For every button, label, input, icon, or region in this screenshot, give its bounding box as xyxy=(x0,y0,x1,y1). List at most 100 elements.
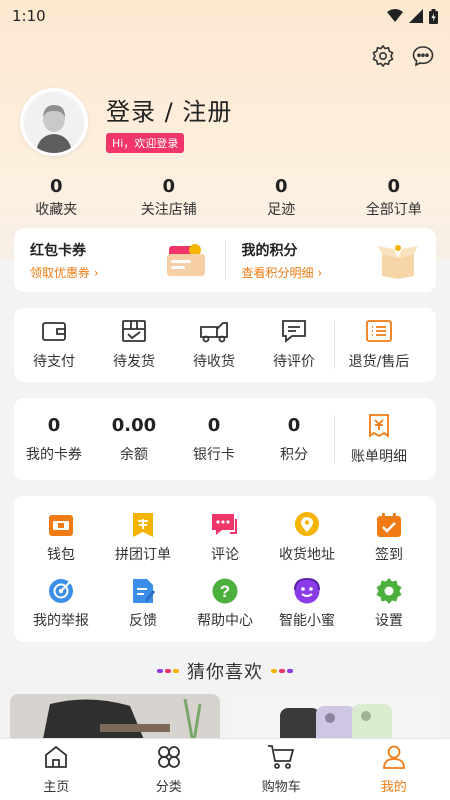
status-bar: 1:10 xyxy=(0,0,450,32)
wallet-balance[interactable]: 0.00 余额 xyxy=(94,415,174,464)
service-label: 收货地址 xyxy=(279,547,335,563)
avatar[interactable] xyxy=(20,88,88,156)
report-icon xyxy=(49,579,73,603)
order-label: 待支付 xyxy=(33,354,75,370)
profile-section[interactable]: 登录 / 注册 Hi，欢迎登录 xyxy=(20,88,232,156)
wallet-label: 银行卡 xyxy=(193,446,235,463)
return-list-icon xyxy=(366,320,392,342)
group-buy-icon xyxy=(133,513,153,537)
service-settings[interactable]: 设置 xyxy=(348,576,430,642)
wallet-label: 积分 xyxy=(280,446,308,463)
welcome-badge: Hi，欢迎登录 xyxy=(106,132,185,153)
wifi-icon xyxy=(387,9,403,22)
stat-label: 收藏夹 xyxy=(35,202,78,218)
promo-subtitle: 查看积分明细 › xyxy=(241,265,323,280)
nav-label: 我的 xyxy=(380,780,407,795)
order-pending-shipment[interactable]: 待发货 xyxy=(94,319,174,371)
settings-button[interactable] xyxy=(370,43,396,69)
wallet-card: 0 我的卡券 0.00 余额 0 银行卡 0 积分 账单明细 xyxy=(14,398,436,480)
bill-icon xyxy=(369,414,389,438)
bill-details[interactable]: 账单明细 xyxy=(335,412,423,466)
wallet-value: 0 xyxy=(287,414,301,436)
feedback-icon xyxy=(133,579,156,603)
wallet-label: 我的卡券 xyxy=(26,446,82,463)
service-label: 我的举报 xyxy=(33,613,89,629)
truck-icon xyxy=(200,322,228,343)
nav-home[interactable]: 主页 xyxy=(11,744,101,795)
wallet-points[interactable]: 0 积分 xyxy=(254,415,334,464)
order-pending-review[interactable]: 待评价 xyxy=(254,319,334,371)
nav-label: 主页 xyxy=(43,780,70,795)
stat-followed-stores[interactable]: 0 关注店铺 xyxy=(114,176,224,219)
decoration xyxy=(271,669,293,673)
chat-icon xyxy=(282,320,306,343)
service-label: 钱包 xyxy=(47,547,75,563)
home-icon xyxy=(45,745,68,768)
points-box-icon xyxy=(378,245,418,279)
stat-label: 全部订单 xyxy=(365,202,422,218)
service-wallet[interactable]: 钱包 xyxy=(20,510,102,576)
red-packet-coupons[interactable]: 红包卡券 领取优惠券 › xyxy=(14,228,225,292)
services-card: 钱包 拼团订单 评论 收货地址 签到 我的举报 反馈 ? 帮助中心 智能小蜜 设… xyxy=(14,496,436,642)
stat-value: 0 xyxy=(387,176,401,197)
signal-icon xyxy=(409,9,423,23)
stat-value: 0 xyxy=(274,176,288,197)
order-label: 退货/售后 xyxy=(348,354,410,370)
settings-icon xyxy=(376,578,402,604)
stat-footprints[interactable]: 0 足迹 xyxy=(226,176,336,219)
stat-all-orders[interactable]: 0 全部订单 xyxy=(339,176,449,219)
cart-icon xyxy=(268,745,295,769)
service-label: 反馈 xyxy=(129,613,157,629)
nav-category[interactable]: 分类 xyxy=(124,744,214,795)
wallet-value: 0.00 xyxy=(111,414,157,436)
wallet-value: 0 xyxy=(207,414,221,436)
battery-icon xyxy=(429,8,438,24)
my-points[interactable]: 我的积分 查看积分明细 › xyxy=(226,228,437,292)
order-label: 待收货 xyxy=(193,354,235,370)
help-icon: ? xyxy=(212,578,238,604)
service-comments[interactable]: 评论 xyxy=(184,510,266,576)
guess-you-like-header: 猜你喜欢 xyxy=(0,658,450,684)
package-icon xyxy=(122,320,146,342)
service-my-reports[interactable]: 我的举报 xyxy=(20,576,102,642)
bill-label: 账单明细 xyxy=(351,449,407,465)
service-check-in[interactable]: 签到 xyxy=(348,510,430,576)
promo-title: 红包卡券 xyxy=(30,242,86,259)
bottom-navigation: 主页 分类 购物车 我的 xyxy=(0,738,450,800)
stat-favorites[interactable]: 0 收藏夹 xyxy=(1,176,111,219)
service-smart-assistant[interactable]: 智能小蜜 xyxy=(266,576,348,642)
message-icon xyxy=(412,46,434,67)
login-register-link[interactable]: 登录 / 注册 xyxy=(106,92,232,127)
nav-mine[interactable]: 我的 xyxy=(349,744,439,795)
service-shipping-address[interactable]: 收货地址 xyxy=(266,510,348,576)
wallet-my-coupons[interactable]: 0 我的卡券 xyxy=(14,415,94,464)
gear-icon xyxy=(372,44,394,68)
service-group-buy-orders[interactable]: 拼团订单 xyxy=(102,510,184,576)
service-label: 设置 xyxy=(375,613,403,629)
category-icon xyxy=(157,746,180,768)
assistant-icon xyxy=(294,577,320,604)
nav-cart[interactable]: 购物车 xyxy=(236,744,326,795)
location-icon xyxy=(295,512,319,536)
messages-button[interactable] xyxy=(410,43,436,69)
service-help-center[interactable]: ? 帮助中心 xyxy=(184,576,266,642)
profile-icon xyxy=(382,745,405,769)
svg-text:?: ? xyxy=(220,582,230,601)
promo-subtitle: 领取优惠券 › xyxy=(30,265,99,280)
order-label: 待发货 xyxy=(113,354,155,370)
order-pending-payment[interactable]: 待支付 xyxy=(14,319,94,371)
product-list xyxy=(10,694,440,754)
order-pending-receipt[interactable]: 待收货 xyxy=(174,319,254,371)
wallet-bank-cards[interactable]: 0 银行卡 xyxy=(174,415,254,464)
service-feedback[interactable]: 反馈 xyxy=(102,576,184,642)
service-label: 拼团订单 xyxy=(115,547,171,563)
red-packet-icon xyxy=(166,244,205,276)
order-returns-aftersale[interactable]: 退货/售后 xyxy=(335,319,423,371)
calendar-check-icon xyxy=(377,513,401,537)
stat-label: 关注店铺 xyxy=(140,202,197,218)
stat-label: 足迹 xyxy=(267,202,296,218)
wallet-value: 0 xyxy=(47,414,61,436)
guess-you-like-title: 猜你喜欢 xyxy=(187,662,263,683)
comment-icon xyxy=(212,514,237,535)
stat-value: 0 xyxy=(49,176,63,197)
